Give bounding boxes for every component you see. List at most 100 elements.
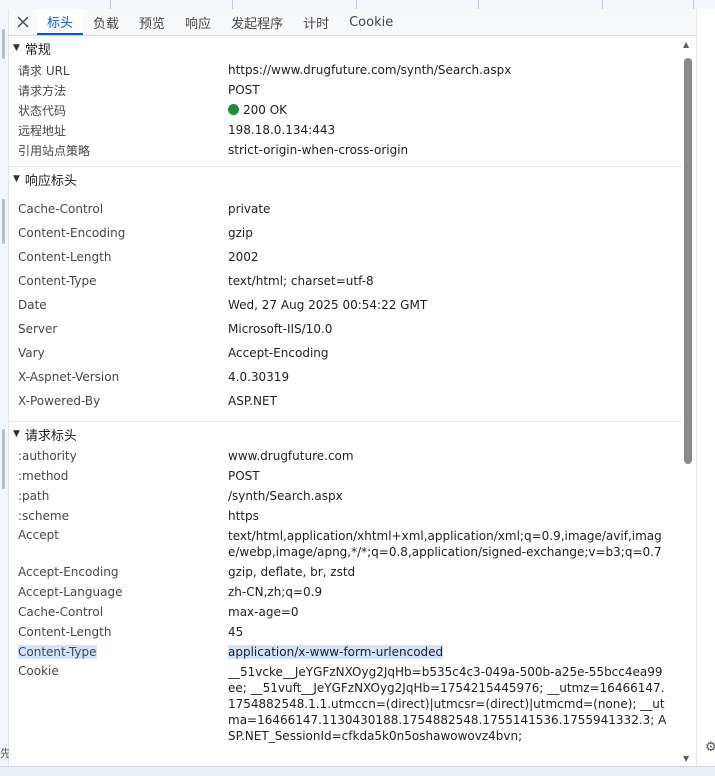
header-key: :authority (18, 449, 77, 463)
header-value[interactable]: strict-origin-when-cross-origin (228, 142, 668, 158)
header-value[interactable]: application/x-www-form-urlencoded (228, 644, 668, 660)
left-gutter-marker (2, 199, 5, 244)
header-row: 远程地址 198.18.0.134:443 (9, 120, 683, 140)
header-row: :scheme https (9, 506, 683, 526)
section-title: 响应标头 (24, 173, 77, 189)
status-value[interactable]: 200 OK (228, 102, 668, 118)
gear-icon[interactable]: ⚙ (705, 740, 715, 755)
header-key: Accept-Language (18, 585, 123, 599)
header-key: 状态代码 (18, 103, 67, 118)
header-row: Content-Length 2002 (9, 245, 683, 269)
highlighted-key: Content-Type (18, 645, 97, 659)
header-value[interactable]: __51vcke__JeYGFzNXOyg2JqHb=b535c4c3-049a… (228, 664, 668, 744)
section-title: 常规 (24, 42, 51, 58)
header-key: :scheme (18, 509, 69, 523)
expand-triangle-icon: ▼ (13, 43, 20, 53)
header-row: Accept-Encoding gzip, deflate, br, zstd (9, 562, 683, 582)
header-key: Date (18, 298, 47, 312)
header-row: 引用站点策略 strict-origin-when-cross-origin (9, 140, 683, 160)
header-key: Accept (18, 528, 59, 542)
top-edge-tick (478, 0, 479, 9)
header-value[interactable]: private (228, 201, 668, 217)
tab-timing[interactable]: 计时 (293, 9, 339, 35)
header-key: Content-Type (18, 645, 228, 659)
header-row-highlighted: Content-Type application/x-www-form-urle… (9, 642, 683, 662)
header-key: 请求方法 (18, 83, 67, 98)
header-value[interactable]: POST (228, 468, 668, 484)
top-edge-tick (602, 0, 603, 9)
header-value[interactable]: max-age=0 (228, 604, 668, 620)
scroll-down-icon[interactable]: ▼ (683, 754, 689, 763)
status-ok-icon (228, 104, 239, 115)
left-gutter (0, 9, 9, 775)
header-row: :path /synth/Search.aspx (9, 486, 683, 506)
top-edge-tick (356, 0, 357, 9)
tab-preview[interactable]: 预览 (129, 9, 175, 35)
header-value[interactable]: 45 (228, 624, 668, 640)
section-general-header[interactable]: ▼ 常规 (9, 36, 683, 60)
header-key: Server (18, 322, 58, 336)
header-row: :method POST (9, 466, 683, 486)
header-value[interactable]: https://www.drugfuture.com/synth/Search.… (228, 62, 668, 78)
header-row: Server Microsoft-IIS/10.0 (9, 317, 683, 341)
header-key: Cache-Control (18, 605, 104, 619)
section-response-headers-header[interactable]: ▼ 响应标头 (9, 166, 683, 191)
close-button[interactable] (9, 9, 37, 35)
header-row: 请求 URL https://www.drugfuture.com/synth/… (9, 60, 683, 80)
header-row: 请求方法 POST (9, 80, 683, 100)
header-value[interactable]: gzip, deflate, br, zstd (228, 564, 668, 580)
header-key: Content-Length (18, 250, 112, 264)
header-row: :authority www.drugfuture.com (9, 446, 683, 466)
header-key: X-Powered-By (18, 394, 101, 408)
header-value[interactable]: ASP.NET (228, 393, 668, 409)
header-value[interactable]: text/html,application/xhtml+xml,applicat… (228, 528, 668, 560)
scroll-up-icon[interactable]: ▲ (683, 40, 689, 49)
header-value[interactable]: /synth/Search.aspx (228, 488, 668, 504)
top-edge-tick (110, 0, 111, 9)
top-edge-tick (232, 0, 233, 9)
header-row: Content-Type text/html; charset=utf-8 (9, 269, 683, 293)
header-value[interactable]: 198.18.0.134:443 (228, 122, 668, 138)
header-key: Content-Length (18, 625, 112, 639)
header-row: Accept-Language zh-CN,zh;q=0.9 (9, 582, 683, 602)
tab-bar: 标头 负载 预览 响应 发起程序 计时 Cookie (9, 9, 696, 36)
header-row: Cache-Control private (9, 197, 683, 221)
header-row: Vary Accept-Encoding (9, 341, 683, 365)
tab-cookies[interactable]: Cookie (339, 9, 403, 35)
tab-headers[interactable]: 标头 (37, 9, 84, 35)
tab-payload[interactable]: 负载 (83, 9, 129, 35)
header-value[interactable]: text/html; charset=utf-8 (228, 273, 668, 289)
section-request-headers-header[interactable]: ▼ 请求标头 (9, 421, 683, 446)
tab-initiator[interactable]: 发起程序 (221, 9, 293, 35)
header-value[interactable]: zh-CN,zh;q=0.9 (228, 584, 668, 600)
header-row: 状态代码 200 OK (9, 100, 683, 120)
header-row: Content-Encoding gzip (9, 221, 683, 245)
header-row: Date Wed, 27 Aug 2025 00:54:22 GMT (9, 293, 683, 317)
header-key: Accept-Encoding (18, 565, 119, 579)
header-key: 请求 URL (18, 63, 70, 78)
left-gutter-marker (2, 29, 5, 59)
left-gutter-marker (2, 429, 5, 489)
header-value[interactable]: Accept-Encoding (228, 345, 668, 361)
header-row: Accept text/html,application/xhtml+xml,a… (9, 526, 683, 562)
header-key: Cache-Control (18, 202, 104, 216)
tab-response[interactable]: 响应 (175, 9, 221, 35)
header-key: Content-Type (18, 274, 97, 288)
header-value[interactable]: POST (228, 82, 668, 98)
header-value[interactable]: 2002 (228, 249, 668, 265)
header-value[interactable]: gzip (228, 225, 668, 241)
headers-content: ▼ 常规 请求 URL https://www.drugfuture.com/s… (9, 36, 683, 766)
header-row: Content-Length 45 (9, 622, 683, 642)
header-value[interactable]: Wed, 27 Aug 2025 00:54:22 GMT (228, 297, 668, 313)
scrollbar-thumb[interactable] (684, 58, 692, 464)
header-key: Content-Encoding (18, 226, 126, 240)
header-row: X-Powered-By ASP.NET (9, 389, 683, 413)
header-value[interactable]: 4.0.30319 (228, 369, 668, 385)
header-key: :path (18, 489, 50, 503)
header-row: X-Aspnet-Version 4.0.30319 (9, 365, 683, 389)
header-value[interactable]: https (228, 508, 668, 524)
header-value[interactable]: www.drugfuture.com (228, 448, 668, 464)
header-value[interactable]: Microsoft-IIS/10.0 (228, 321, 668, 337)
vertical-scrollbar[interactable]: ▲ ▼ (682, 38, 695, 766)
header-key: Vary (18, 346, 45, 360)
